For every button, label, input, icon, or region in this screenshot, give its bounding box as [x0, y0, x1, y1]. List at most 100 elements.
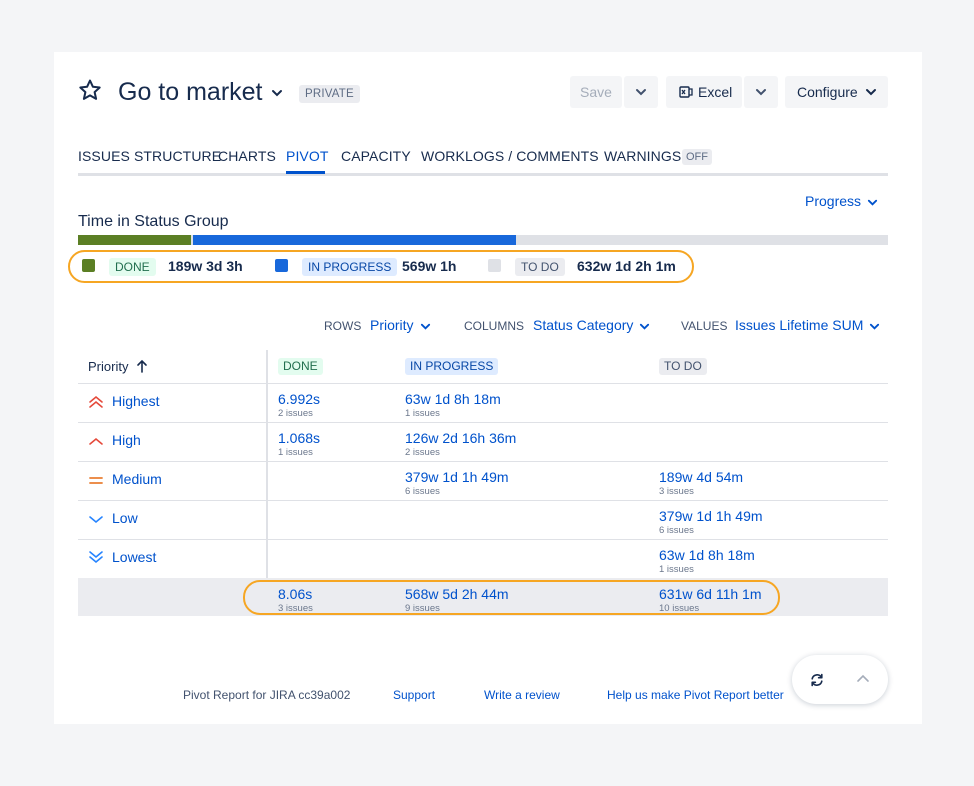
- rows-value: Priority: [370, 317, 414, 333]
- in-progress-lozenge: IN PROGRESS: [302, 258, 398, 276]
- cell-count: 1 issues: [659, 564, 694, 575]
- columns-selector[interactable]: Status Category: [533, 317, 650, 333]
- tab-pivot[interactable]: PIVOT: [286, 148, 329, 164]
- cell-count: 2 issues: [278, 408, 313, 419]
- cell-medium-to-do[interactable]: 189w 4d 54m 3 issues: [659, 469, 743, 497]
- cell-count: 1 issues: [278, 447, 313, 458]
- feedback-link[interactable]: Help us make Pivot Report better: [607, 688, 784, 702]
- cell-medium-in-progress[interactable]: 379w 1d 1h 49m 6 issues: [405, 469, 509, 497]
- tab-capacity[interactable]: CAPACITY: [341, 148, 411, 164]
- active-tab-indicator: [286, 171, 325, 174]
- configure-label: Configure: [797, 84, 858, 100]
- write-review-link[interactable]: Write a review: [484, 688, 560, 702]
- total-to-do[interactable]: 631w 6d 11h 1m 10 issues: [659, 586, 761, 614]
- chevron-down-icon: [866, 89, 876, 96]
- page-title[interactable]: Go to market: [118, 78, 263, 107]
- row-divider: [78, 383, 888, 384]
- progress-segment-to-do: [516, 235, 888, 245]
- priority-label: Medium: [112, 471, 162, 487]
- chevron-down-icon: [870, 323, 880, 330]
- chevron-up-icon[interactable]: [856, 673, 870, 685]
- priority-column-header[interactable]: Priority: [88, 359, 128, 374]
- cell-value: 6.992s: [278, 391, 321, 407]
- cell-highest-done[interactable]: 6.992s 2 issues: [278, 391, 320, 419]
- values-value: Issues Lifetime SUM: [735, 317, 864, 333]
- priority-highest-icon: [89, 395, 103, 408]
- tab-issues-structure[interactable]: ISSUES STRUCTURE: [78, 148, 221, 164]
- priority-label: High: [112, 432, 141, 448]
- support-link[interactable]: Support: [393, 688, 435, 702]
- cell-count: 6 issues: [659, 525, 694, 536]
- progress-segment-done: [78, 235, 191, 245]
- cell-count: 3 issues: [659, 486, 694, 497]
- tab-warnings[interactable]: WARNINGS: [604, 148, 681, 164]
- row-divider: [78, 500, 888, 501]
- cell-count: 1 issues: [405, 408, 440, 419]
- cell-count: 9 issues: [405, 603, 440, 614]
- sort-ascending-icon[interactable]: [136, 359, 148, 373]
- tab-charts[interactable]: CHARTS: [218, 148, 276, 164]
- cell-value: 63w 1d 8h 18m: [659, 547, 755, 563]
- configure-button[interactable]: Configure: [785, 76, 888, 108]
- priority-label: Lowest: [112, 549, 157, 565]
- cell-value: 631w 6d 11h 1m: [659, 586, 762, 602]
- cell-count: 10 issues: [659, 603, 700, 614]
- floating-action-panel: [792, 655, 888, 704]
- priority-medium-icon: [89, 477, 103, 484]
- save-button[interactable]: Save: [570, 76, 622, 108]
- priority-label: Low: [112, 510, 138, 526]
- to-do-color-swatch: [488, 259, 501, 272]
- values-label: VALUES: [681, 319, 728, 333]
- total-done[interactable]: 8.06s 3 issues: [278, 586, 313, 614]
- cell-value: 379w 1d 1h 49m: [405, 469, 509, 485]
- save-options-button[interactable]: [624, 76, 658, 108]
- star-icon[interactable]: [78, 78, 102, 102]
- chevron-down-icon: [640, 323, 650, 330]
- cell-count: 2 issues: [405, 447, 440, 458]
- tab-bar: ISSUES STRUCTURE CHARTS PIVOT CAPACITY W…: [78, 146, 888, 176]
- done-total-value: 189w 3d 3h: [168, 258, 243, 274]
- excel-label: Excel: [698, 84, 733, 100]
- chevron-down-icon: [756, 89, 766, 96]
- cell-value: 379w 1d 1h 49m: [659, 508, 763, 524]
- excel-export-button[interactable]: Excel: [666, 76, 742, 108]
- values-selector[interactable]: Issues Lifetime SUM: [735, 317, 880, 333]
- cell-high-in-progress[interactable]: 126w 2d 16h 36m 2 issues: [405, 430, 516, 458]
- refresh-icon[interactable]: [809, 672, 825, 688]
- progress-segment-in-progress: [193, 235, 516, 245]
- rows-selector[interactable]: Priority: [370, 317, 431, 333]
- cell-value: 8.06s: [278, 586, 313, 602]
- in-progress-color-swatch: [275, 259, 288, 272]
- status-progress-bar: [78, 235, 888, 245]
- row-divider: [78, 461, 888, 462]
- cell-lowest-to-do[interactable]: 63w 1d 8h 18m 1 issues: [659, 547, 755, 575]
- section-title: Time in Status Group: [78, 213, 229, 230]
- to-do-lozenge: TO DO: [515, 258, 565, 276]
- total-in-progress[interactable]: 568w 5d 2h 44m 9 issues: [405, 586, 509, 614]
- cell-highest-in-progress[interactable]: 63w 1d 8h 18m 1 issues: [405, 391, 501, 419]
- in-progress-total-value: 569w 1h: [402, 258, 457, 274]
- cell-low-to-do[interactable]: 379w 1d 1h 49m 6 issues: [659, 508, 763, 536]
- priority-lowest-icon: [89, 551, 103, 564]
- column-header-in-progress[interactable]: IN PROGRESS: [405, 358, 499, 375]
- progress-view-label: Progress: [805, 193, 862, 209]
- cell-value: 189w 4d 54m: [659, 469, 744, 485]
- priority-low-icon: [89, 516, 103, 524]
- column-header-to-do[interactable]: TO DO: [659, 358, 707, 375]
- cell-value: 568w 5d 2h 44m: [405, 586, 509, 602]
- columns-value: Status Category: [533, 317, 634, 333]
- priority-high-icon: [89, 437, 103, 445]
- progress-view-selector[interactable]: Progress: [805, 193, 878, 209]
- cell-high-done[interactable]: 1.068s 1 issues: [278, 430, 320, 458]
- tab-worklogs-comments[interactable]: WORKLOGS / COMMENTS: [421, 148, 599, 164]
- chevron-down-icon[interactable]: [270, 86, 284, 100]
- excel-icon: [679, 86, 693, 98]
- cell-count: 6 issues: [405, 486, 440, 497]
- column-header-done[interactable]: DONE: [278, 358, 323, 375]
- rows-label: ROWS: [324, 319, 362, 333]
- priority-label: Highest: [112, 393, 160, 409]
- row-divider: [78, 539, 888, 540]
- excel-options-button[interactable]: [744, 76, 778, 108]
- row-header-divider: [266, 350, 268, 578]
- cell-value: 126w 2d 16h 36m: [405, 430, 517, 446]
